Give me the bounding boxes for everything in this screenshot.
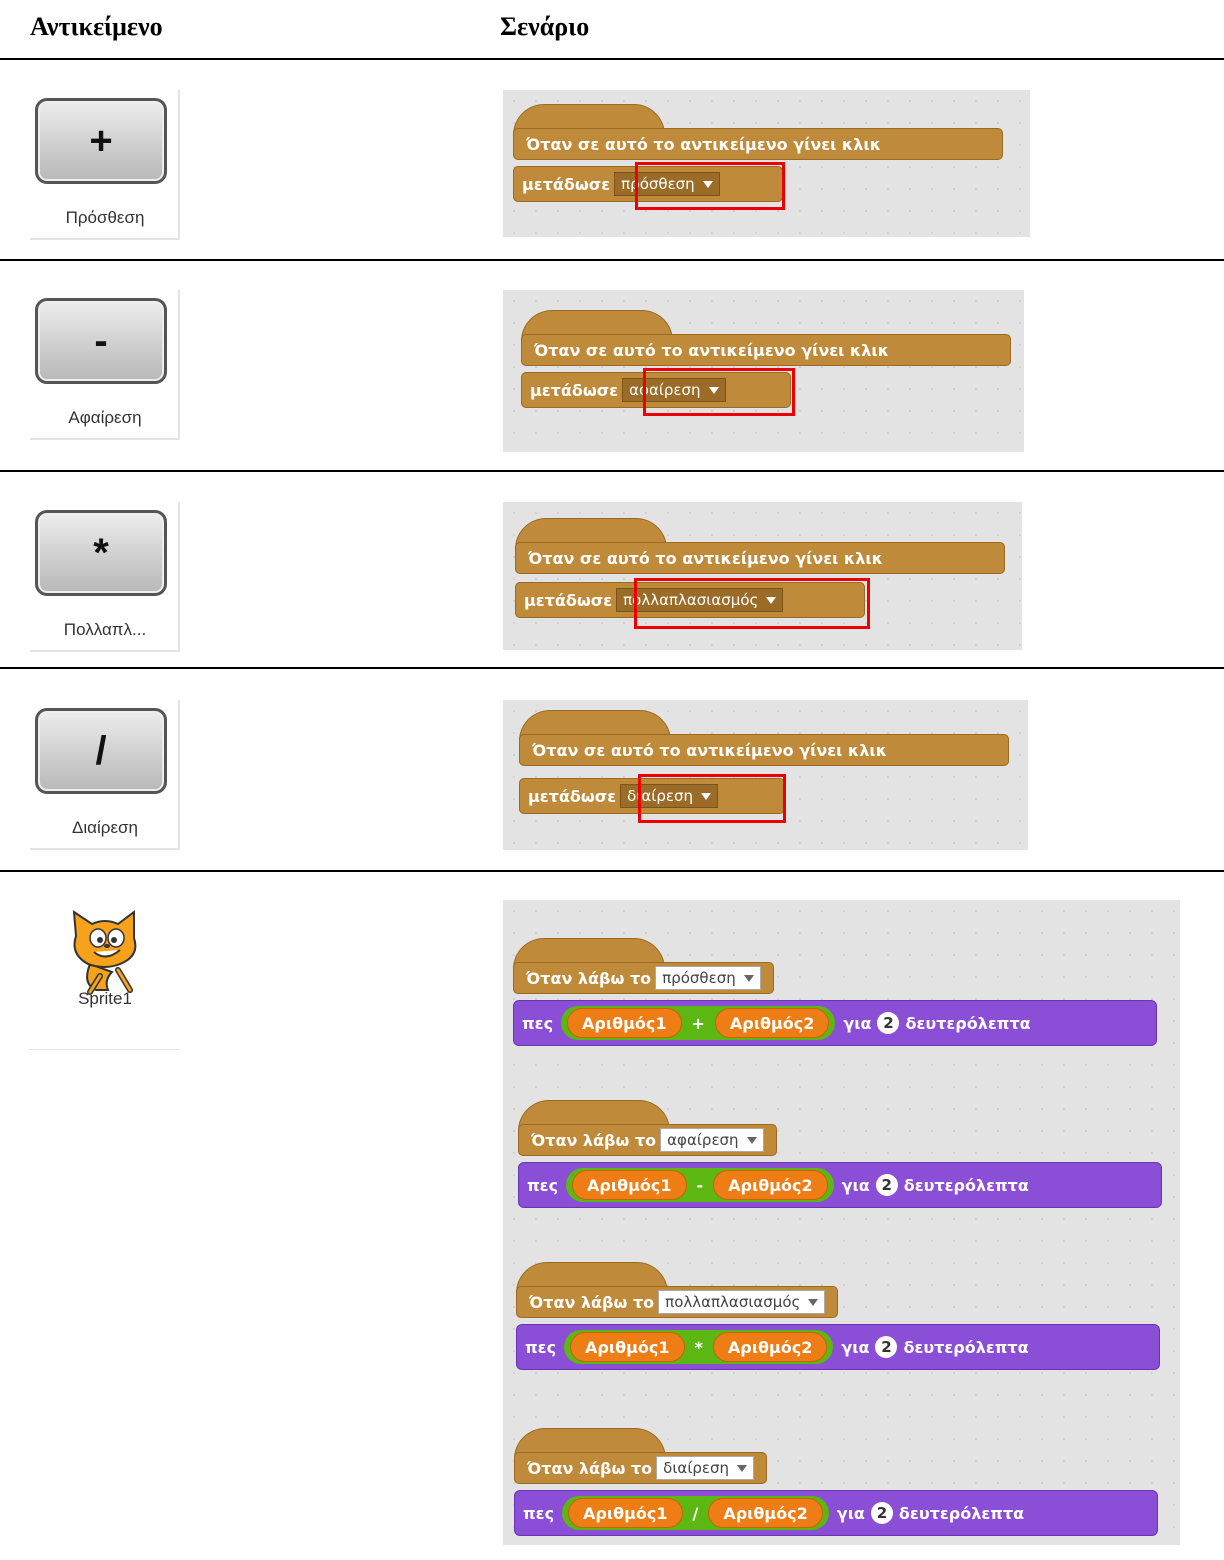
chevron-down-icon [746, 1136, 757, 1144]
message-dropdown[interactable]: πρόσθεση [655, 966, 761, 990]
highlight-box [634, 578, 870, 629]
chevron-down-icon [808, 1298, 819, 1306]
broadcast-label: μετάδωσε [522, 174, 611, 194]
divider [0, 470, 1224, 472]
say-label: πες [522, 1013, 554, 1033]
header-object: Αντικείμενο [30, 12, 163, 41]
message-value: αφαίρεση [667, 1131, 739, 1149]
chevron-down-icon [737, 1464, 748, 1472]
header-script: Σενάριο [500, 12, 590, 41]
for-label: για [841, 1337, 870, 1357]
divider [0, 870, 1224, 872]
seconds-input[interactable]: 2 [870, 1502, 893, 1524]
variable-reporter-number1[interactable]: Αριθμός1 [572, 1170, 687, 1200]
say-for-secs-block[interactable]: πες Αριθμός1 * Αριθμός2 για 2 δευτερόλεπτα [516, 1324, 1160, 1370]
message-value: πολλαπλασιασμός [665, 1293, 801, 1311]
hat-label: Όταν λάβω το [531, 1130, 657, 1150]
seconds-input[interactable]: 2 [875, 1336, 898, 1358]
script-area: Όταν σε αυτό το αντικείμενο γίνει κλικ μ… [503, 502, 1022, 650]
seconds-input[interactable]: 2 [875, 1174, 898, 1196]
message-value: πρόσθεση [662, 969, 736, 987]
script-area: Όταν σε αυτό το αντικείμενο γίνει κλικ μ… [503, 90, 1030, 237]
minus-button-costume: - [35, 298, 167, 384]
cat-icon [72, 910, 137, 995]
when-i-receive-hat[interactable]: Όταν λάβω το αφαίρεση [518, 1124, 777, 1156]
when-i-receive-hat[interactable]: Όταν λάβω το πολλαπλασιασμός [516, 1286, 839, 1318]
sprite-tile-addition[interactable]: + Πρόσθεση [30, 90, 180, 240]
highlight-box [635, 162, 785, 210]
sprite-tile-division[interactable]: / Διαίρεση [30, 700, 180, 850]
message-dropdown[interactable]: διαίρεση [656, 1456, 755, 1480]
operator-reporter[interactable]: Αριθμός1 / Αριθμός2 [562, 1496, 829, 1530]
variable-reporter-number2[interactable]: Αριθμός2 [713, 1170, 828, 1200]
for-label: για [841, 1175, 870, 1195]
seconds-input[interactable]: 2 [877, 1012, 900, 1034]
when-clicked-hat[interactable]: Όταν σε αυτό το αντικείμενο γίνει κλικ [515, 542, 1005, 574]
say-label: πες [525, 1337, 557, 1357]
when-i-receive-hat[interactable]: Όταν λάβω το διαίρεση [514, 1452, 768, 1484]
say-for-secs-block[interactable]: πες Αριθμός1- Αριθμός2 για 2 δευτερόλεπτα [518, 1162, 1162, 1208]
for-label: για [843, 1013, 872, 1033]
operator-reporter[interactable]: Αριθμός1- Αριθμός2 [566, 1168, 834, 1202]
divider [0, 667, 1224, 669]
operator-sign: - [696, 1175, 704, 1195]
operator-sign: * [694, 1337, 703, 1357]
when-i-receive-hat[interactable]: Όταν λάβω το πρόσθεση [513, 962, 774, 994]
asterisk-button-costume: * [35, 510, 167, 596]
sprite-name: Πρόσθεση [65, 208, 145, 227]
broadcast-label: μετάδωσε [530, 380, 619, 400]
highlight-box [643, 368, 795, 416]
for-label: για [836, 1503, 865, 1523]
message-value: διαίρεση [663, 1459, 730, 1477]
script-area: Όταν σε αυτό το αντικείμενο γίνει κλικ μ… [503, 290, 1024, 452]
operator-reporter[interactable]: Αριθμός1 * Αριθμός2 [564, 1330, 834, 1364]
sprite-tile-sprite1[interactable]: Sprite1 [30, 900, 180, 1050]
sprite-tile-multiplication[interactable]: * Πολλαπλ... [30, 502, 180, 652]
variable-reporter-number1[interactable]: Αριθμός1 [568, 1498, 683, 1528]
variable-reporter-number2[interactable]: Αριθμός2 [708, 1498, 823, 1528]
variable-reporter-number2[interactable]: Αριθμός2 [712, 1332, 828, 1362]
when-clicked-hat[interactable]: Όταν σε αυτό το αντικείμενο γίνει κλικ [521, 334, 1011, 366]
say-for-secs-block[interactable]: πες Αριθμός1 + Αριθμός2 για 2 δευτερόλεπτα [513, 1000, 1157, 1046]
sprite-name: Αφαίρεση [68, 408, 142, 427]
sprite-tile-subtraction[interactable]: - Αφαίρεση [30, 290, 180, 440]
sprite-name: Διαίρεση [72, 818, 138, 837]
hat-label: Όταν λάβω το [526, 968, 652, 988]
say-label: πες [527, 1175, 559, 1195]
broadcast-label: μετάδωσε [528, 786, 617, 806]
variable-reporter-number1[interactable]: Αριθμός1 [570, 1332, 685, 1362]
sprite-name: Πολλαπλ... [63, 620, 147, 639]
divider [0, 58, 1224, 60]
seconds-unit-label: δευτερόλεπτα [898, 1503, 1025, 1523]
seconds-unit-label: δευτερόλεπτα [903, 1337, 1029, 1357]
plus-button-costume: + [35, 98, 167, 184]
message-dropdown[interactable]: αφαίρεση [660, 1128, 764, 1152]
seconds-unit-label: δευτερόλεπτα [903, 1175, 1029, 1195]
when-clicked-hat[interactable]: Όταν σε αυτό το αντικείμενο γίνει κλικ [519, 734, 1009, 766]
seconds-unit-label: δευτερόλεπτα [905, 1013, 1031, 1033]
when-clicked-hat[interactable]: Όταν σε αυτό το αντικείμενο γίνει κλικ [513, 128, 1003, 160]
say-label: πες [523, 1503, 555, 1523]
highlight-box [638, 774, 786, 823]
hat-label: Όταν λάβω το [527, 1458, 653, 1478]
sprite-name: Sprite1 [78, 989, 132, 1008]
operator-sign: / [692, 1503, 699, 1523]
operator-sign: + [691, 1013, 705, 1033]
message-dropdown[interactable]: πολλαπλασιασμός [658, 1290, 826, 1314]
variable-reporter-number2[interactable]: Αριθμός2 [714, 1008, 830, 1038]
variable-reporter-number1[interactable]: Αριθμός1 [567, 1008, 682, 1038]
broadcast-label: μετάδωσε [524, 590, 613, 610]
slash-button-costume: / [35, 708, 167, 794]
hat-label: Όταν λάβω το [529, 1292, 655, 1312]
operator-reporter[interactable]: Αριθμός1 + Αριθμός2 [561, 1006, 836, 1040]
script-area: Όταν σε αυτό το αντικείμενο γίνει κλικ μ… [503, 700, 1028, 850]
divider [0, 259, 1224, 261]
chevron-down-icon [743, 974, 754, 982]
say-for-secs-block[interactable]: πες Αριθμός1 / Αριθμός2 για 2 δευτερόλεπτα [514, 1490, 1158, 1536]
